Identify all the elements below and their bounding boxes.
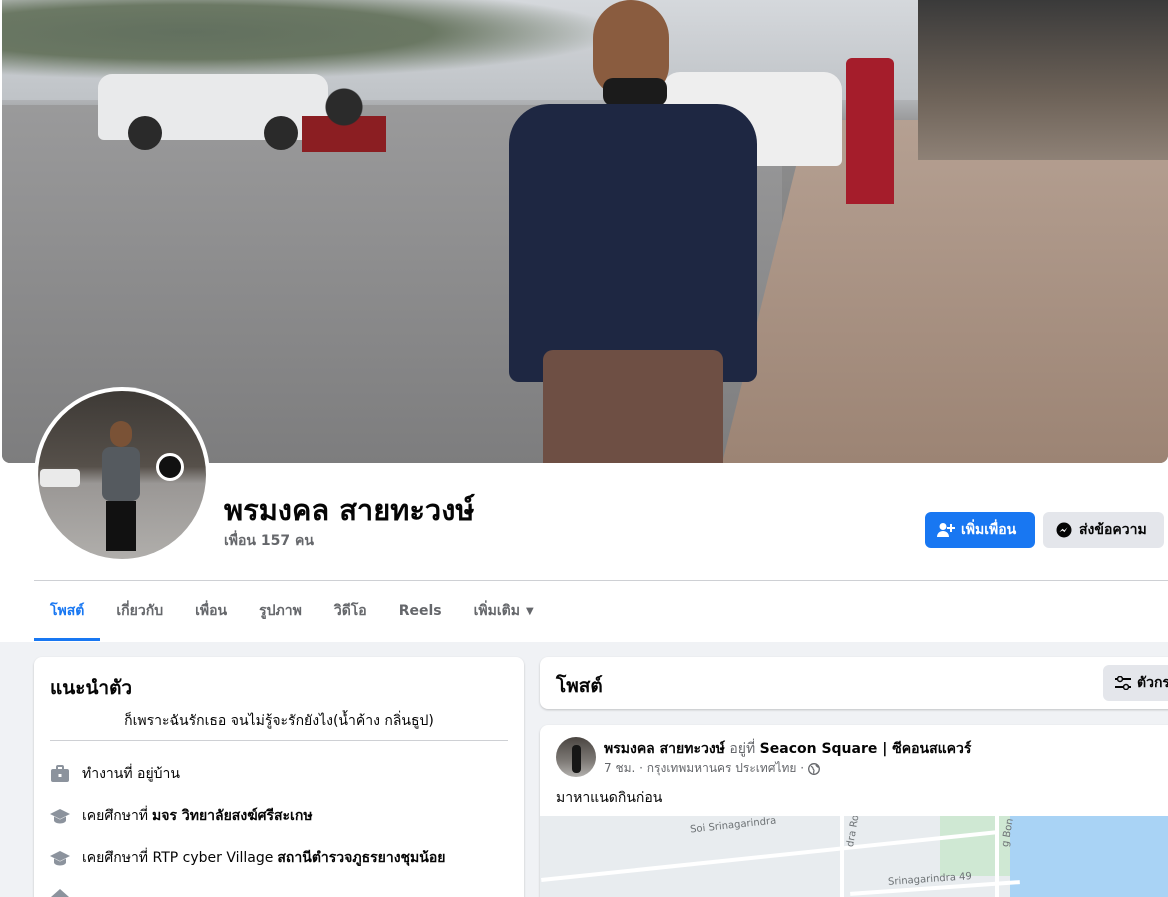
intro-item-text: เคยศึกษาที่ RTP cyber Village <box>82 850 274 866</box>
graduation-cap-icon <box>50 848 70 868</box>
add-friend-button[interactable]: เพิ่มเพื่อน <box>925 512 1035 548</box>
filter-button[interactable]: ตัวกรอง <box>1103 665 1168 701</box>
tab-reels[interactable]: Reels <box>383 581 458 641</box>
message-label: ส่งข้อความ <box>1079 522 1147 538</box>
add-friend-label: เพิ่มเพื่อน <box>961 522 1017 538</box>
tab-label: เพิ่มเติม <box>473 603 520 619</box>
filter-icon <box>1115 676 1131 690</box>
intro-item-education: เคยศึกษาที่ RTP cyber Village สถานีตำรวจ… <box>50 847 445 869</box>
intro-item-text: ทำงานที่ อยู่บ้าน <box>82 766 180 782</box>
cover-person-pants <box>543 350 723 463</box>
tab-photos[interactable]: รูปภาพ <box>243 581 318 641</box>
cover-photo[interactable] <box>2 0 1168 463</box>
post-meta: 7 ชม. · กรุงเทพมหานคร ประเทศไทย · <box>604 759 820 778</box>
tab-label: โพสต์ <box>50 603 85 619</box>
avatar-person-body <box>102 447 140 501</box>
intro-bio: ก็เพราะฉันรักเธอ จนไม่รู้จะรักยังไง(น้ำค… <box>124 713 434 729</box>
profile-name: พรมงคล สายทะวงษ์ <box>224 493 475 527</box>
tab-label: รูปภาพ <box>259 603 302 619</box>
tab-label: เกี่ยวกับ <box>116 603 164 619</box>
post-timestamp[interactable]: 7 ชม. · กรุงเทพมหานคร ประเทศไทย · <box>604 759 804 778</box>
tab-label: วิดีโอ <box>333 603 367 619</box>
posts-header-card: โพสต์ ตัวกรอง <box>540 657 1168 709</box>
tab-posts[interactable]: โพสต์ <box>34 581 101 641</box>
post-card: พรมงคล สายทะวงษ์ อยู่ที่ Seacon Square |… <box>540 725 1168 897</box>
avatar-person-legs <box>106 501 136 551</box>
map-water <box>1010 816 1168 897</box>
profile-header: พรมงคล สายทะวงษ์ เพื่อน 157 คน เพิ่มเพื่… <box>0 0 1168 642</box>
cover-sidewalk <box>722 120 1168 463</box>
map-road <box>995 816 999 897</box>
intro-card: แนะนำตัว ก็เพราะฉันรักเธอ จนไม่รู้จะรักย… <box>34 657 524 897</box>
caret-down-icon: ▼ <box>525 605 534 617</box>
post-map[interactable]: Soi Srinagarindra dra Road Srinagarindra… <box>540 816 1168 897</box>
post-text: มาหาแนดกินก่อน <box>556 790 663 806</box>
tab-videos[interactable]: วิดีโอ <box>318 581 383 641</box>
messenger-icon <box>1055 521 1073 539</box>
intro-item-link[interactable]: มจร วิทยาลัยสงฆ์ศรีสะเกษ <box>152 805 313 827</box>
cover-person-shirt <box>509 104 757 382</box>
post-at-label: อยู่ที่ <box>729 741 756 757</box>
avatar-sticker <box>156 453 184 481</box>
intro-item-home <box>50 887 82 897</box>
tab-label: เพื่อน <box>195 603 228 619</box>
add-friend-icon <box>937 521 955 539</box>
intro-item-work: ทำงานที่ อยู่บ้าน <box>50 763 180 785</box>
intro-divider <box>50 740 508 741</box>
profile-picture[interactable] <box>34 387 210 563</box>
friend-count[interactable]: เพื่อน 157 คน <box>224 530 314 552</box>
message-button[interactable]: ส่งข้อความ <box>1043 512 1164 548</box>
post-header: พรมงคล สายทะวงษ์ อยู่ที่ Seacon Square |… <box>604 738 971 760</box>
post-author[interactable]: พรมงคล สายทะวงษ์ <box>604 741 725 757</box>
tab-more[interactable]: เพิ่มเติม ▼ <box>458 581 550 641</box>
intro-item-education: เคยศึกษาที่ มจร วิทยาลัยสงฆ์ศรีสะเกษ <box>50 805 313 827</box>
profile-tabs: โพสต์ เกี่ยวกับ เพื่อน รูปภาพ วิดีโอ Ree… <box>34 581 550 641</box>
cover-person <box>509 0 757 463</box>
tab-label: Reels <box>398 603 442 619</box>
briefcase-icon <box>50 764 70 784</box>
cover-truck <box>98 74 328 150</box>
globe-icon[interactable] <box>808 762 820 775</box>
graduation-cap-icon <box>50 806 70 826</box>
tab-about[interactable]: เกี่ยวกับ <box>100 581 179 641</box>
home-icon <box>50 887 70 897</box>
avatar-car <box>40 469 80 487</box>
intro-item-link[interactable]: สถานีตำรวจภูธรยางชุมน้อย <box>277 847 445 869</box>
posts-title: โพสต์ <box>556 675 603 697</box>
tab-friends[interactable]: เพื่อน <box>179 581 243 641</box>
map-label: dra Road <box>845 816 864 848</box>
avatar <box>38 391 206 559</box>
map-road <box>840 816 844 897</box>
cover-person-mask <box>603 78 667 106</box>
cover-building <box>918 0 1168 160</box>
post-place[interactable]: Seacon Square | ซีคอนสแควร์ <box>760 741 972 757</box>
avatar[interactable] <box>556 737 596 777</box>
intro-item-text: เคยศึกษาที่ <box>82 808 149 824</box>
filter-label: ตัวกรอง <box>1137 675 1168 691</box>
cover-motorbike <box>302 80 386 170</box>
map-label: Soi Srinagarindra <box>689 816 777 836</box>
avatar-person <box>98 421 142 551</box>
avatar-person-head <box>110 421 132 447</box>
cover-postbox <box>846 58 894 204</box>
intro-title: แนะนำตัว <box>50 677 133 699</box>
